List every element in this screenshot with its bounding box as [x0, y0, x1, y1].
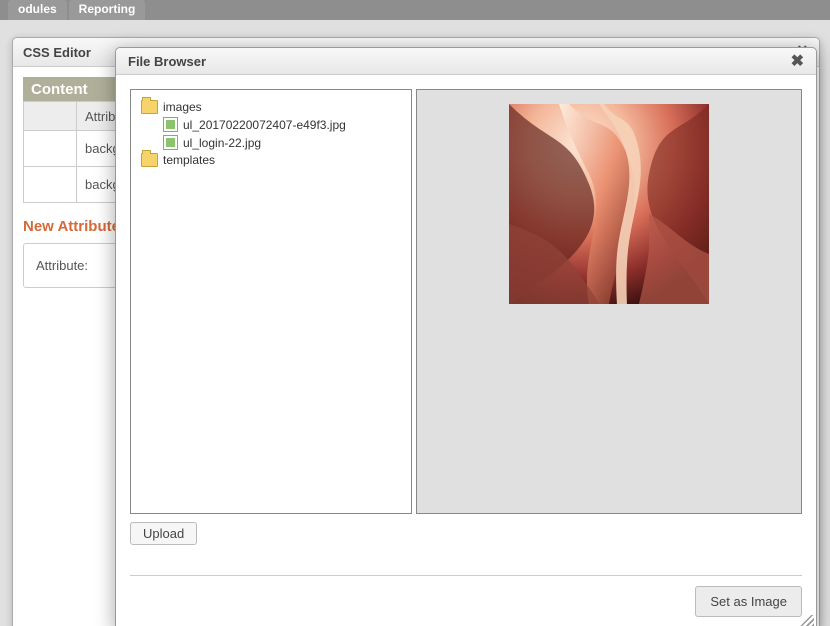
folder-icon [141, 153, 158, 167]
set-as-image-button[interactable]: Set as Image [695, 586, 802, 617]
image-file-icon [163, 117, 178, 132]
file-tree[interactable]: images ul_20170220072407-e49f3.jpg [130, 89, 412, 514]
file-browser-title: File Browser [128, 54, 206, 69]
upload-button[interactable]: Upload [130, 522, 197, 545]
folder-images[interactable]: images [141, 99, 405, 115]
file-label: ul_login-22.jpg [183, 136, 261, 150]
file-browser-dialog: File Browser ✖ images [115, 47, 817, 626]
attribute-field-label: Attribute: [36, 258, 88, 273]
folder-label: templates [163, 153, 215, 167]
divider [130, 575, 802, 576]
file-item[interactable]: ul_login-22.jpg [163, 134, 405, 151]
content-label: Content [31, 81, 88, 98]
nav-tab-reporting[interactable]: Reporting [69, 0, 146, 21]
css-editor-title: CSS Editor [23, 45, 91, 60]
preview-pane [416, 89, 802, 514]
folder-icon [141, 100, 158, 114]
folder-label: images [163, 100, 202, 114]
close-icon[interactable]: ✖ [791, 51, 804, 71]
image-file-icon [163, 135, 178, 150]
file-label: ul_20170220072407-e49f3.jpg [183, 118, 346, 132]
resize-handle-icon[interactable] [800, 615, 814, 626]
file-item[interactable]: ul_20170220072407-e49f3.jpg [163, 116, 405, 133]
top-nav: odules Reporting [0, 0, 830, 20]
nav-tab-modules[interactable]: odules [8, 0, 67, 21]
preview-image [509, 104, 709, 304]
folder-templates[interactable]: templates [141, 152, 405, 168]
